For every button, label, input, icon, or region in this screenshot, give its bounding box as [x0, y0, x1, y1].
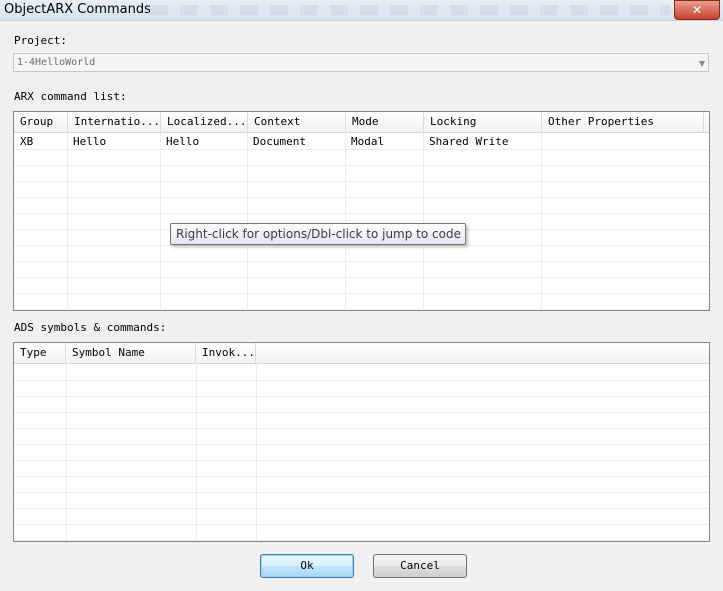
grid-column-line	[67, 132, 68, 310]
column-header-international[interactable]: Internatio...	[68, 112, 161, 132]
grid-row-line	[14, 428, 709, 429]
window-title: ObjectARX Commands	[4, 2, 151, 17]
project-combobox[interactable]: 1-4HelloWorld ▼	[13, 53, 709, 72]
column-header-type[interactable]: Type	[14, 343, 66, 363]
column-header-localized[interactable]: Localized...	[161, 112, 248, 132]
cell-context: Document	[253, 135, 306, 148]
grid-row-line	[14, 412, 709, 413]
grid-row-line	[14, 492, 709, 493]
grid-row-line	[14, 197, 709, 198]
ok-button[interactable]: Ok	[260, 554, 354, 578]
arx-command-list[interactable]: Group Internatio... Localized... Context…	[13, 111, 710, 311]
grid-column-line	[256, 363, 257, 541]
grid-column-line	[423, 132, 424, 310]
grid-row-line	[14, 293, 709, 294]
grid-row-line	[14, 261, 709, 262]
project-label: Project:	[14, 34, 67, 47]
column-header-mode[interactable]: Mode	[346, 112, 424, 132]
grid-column-line	[541, 132, 542, 310]
column-header-symbol-name[interactable]: Symbol Name	[66, 343, 196, 363]
chevron-down-icon[interactable]: ▼	[699, 59, 705, 68]
title-bar: ObjectARX Commands ✕	[0, 0, 723, 21]
grid-row-line	[14, 444, 709, 445]
ads-list-header: Type Symbol Name Invok...	[14, 343, 709, 364]
grid-row-line	[14, 524, 709, 525]
grid-row-line	[14, 213, 709, 214]
arx-command-list-label: ARX command list:	[14, 90, 127, 103]
project-value: 1-4HelloWorld	[17, 57, 96, 68]
grid-row-line	[14, 540, 709, 541]
grid-column-line	[345, 132, 346, 310]
column-header-group[interactable]: Group	[14, 112, 68, 132]
tooltip: Right-click for options/Dbl-click to jum…	[170, 223, 466, 245]
arx-list-header: Group Internatio... Localized... Context…	[14, 112, 709, 133]
ads-symbols-list[interactable]: Type Symbol Name Invok...	[13, 342, 710, 542]
column-header-invoke[interactable]: Invok...	[196, 343, 256, 363]
grid-column-line	[196, 363, 197, 541]
grid-row-line	[14, 165, 709, 166]
grid-row-line	[14, 245, 709, 246]
cell-mode: Modal	[351, 135, 385, 148]
grid-column-line	[66, 363, 67, 541]
cancel-button[interactable]: Cancel	[373, 554, 467, 578]
grid-row-line	[14, 380, 709, 381]
grid-row-line	[14, 277, 709, 278]
cell-locking: Shared Write	[429, 135, 509, 148]
column-header-other-properties[interactable]: Other Properties	[542, 112, 704, 132]
cell-international-name: Hello	[73, 135, 107, 148]
grid-column-line	[160, 132, 161, 310]
grid-row-line	[14, 181, 709, 182]
grid-row-line	[14, 476, 709, 477]
grid-row-line	[14, 460, 709, 461]
column-header-locking[interactable]: Locking	[424, 112, 542, 132]
grid-column-line	[247, 132, 248, 310]
grid-row-line	[14, 396, 709, 397]
close-button[interactable]: ✕	[674, 0, 720, 20]
grid-row-line	[14, 508, 709, 509]
cell-group: XB	[20, 135, 34, 148]
title-bar-background	[150, 5, 670, 15]
ads-symbols-label: ADS symbols & commands:	[14, 321, 167, 334]
column-header-context[interactable]: Context	[248, 112, 346, 132]
cell-localized-name: Hello	[166, 135, 200, 148]
grid-row-line	[14, 309, 709, 310]
